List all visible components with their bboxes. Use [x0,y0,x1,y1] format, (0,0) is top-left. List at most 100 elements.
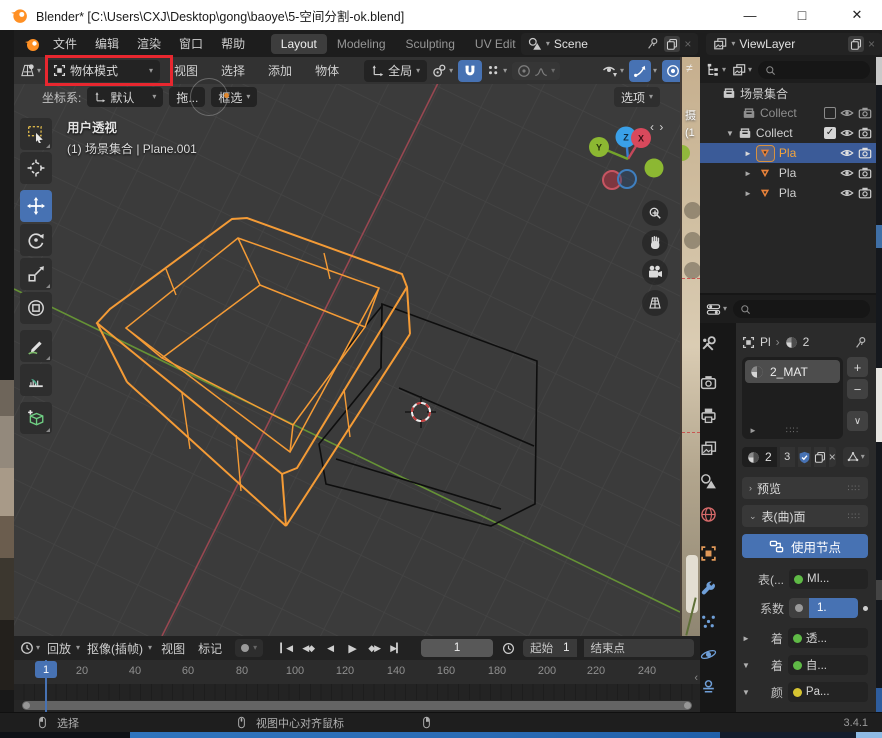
menu-marker[interactable]: 标记 [194,640,226,657]
playhead-badge[interactable]: 1 [35,661,57,678]
new-viewlayer-icon[interactable] [848,36,864,52]
outliner-display-mode[interactable]: ▾ [732,63,752,77]
expand-triangle-icon[interactable]: ► [744,189,752,198]
snap-target-dropdown[interactable]: ▾ [487,64,507,78]
tool-move[interactable] [20,190,52,222]
tab-scene[interactable] [700,473,717,490]
add-slot-button[interactable]: + [847,357,868,377]
expand-triangle-icon[interactable]: ► [744,169,752,178]
outliner-row-object[interactable]: ► Pla [700,183,876,203]
tool-annotate[interactable] [20,330,52,362]
tab-render[interactable] [700,374,717,391]
properties-editor-type-button[interactable]: ▾ [706,302,727,317]
tool-add-cube[interactable] [20,402,52,434]
gizmos-dropdown[interactable]: ▾ [629,60,657,82]
play-reverse-button[interactable]: ◀ [320,639,340,657]
menu-view-timeline[interactable]: 视图 [157,640,189,657]
panel-surface[interactable]: ⌄ 表(曲)面 ∷∷ [742,505,868,527]
properties-search-input[interactable] [733,300,870,318]
remove-viewlayer-icon[interactable]: × [868,37,875,51]
tab-view-layer[interactable] [700,440,717,457]
prev-keyframe-button[interactable]: ◀◆ [298,639,318,657]
tab-modifiers[interactable] [700,580,717,597]
panel-grip[interactable]: ∷∷ [848,483,861,494]
play-button[interactable]: ▶ [342,639,362,657]
viewlayer-selector[interactable]: ▾ ViewLayer × [706,33,882,55]
unlink-scene-icon[interactable]: × [684,37,691,51]
expand-icon[interactable]: ► [742,634,750,643]
outliner-search-input[interactable] [758,61,870,79]
tab-sculpting[interactable]: Sculpting [396,34,465,54]
fake-user-shield-icon[interactable] [798,447,811,467]
camera-icon[interactable] [858,166,872,180]
jump-to-start-button[interactable]: ▎◀ [276,639,296,657]
node-specials-dropdown[interactable]: ▾ [843,447,869,467]
outliner-row-collection-1[interactable]: Collect [700,103,876,123]
shader-field[interactable]: 自... [788,655,868,675]
expand-icon[interactable]: ▼ [742,661,750,670]
factor-slider[interactable]: 1. [789,598,858,618]
tab-uv-edit[interactable]: UV Edit [465,34,519,54]
outliner-editor-type-button[interactable]: ▾ [706,63,726,77]
menu-file[interactable]: 文件 [44,35,86,52]
material-slot-selected[interactable]: 2_MAT [745,360,840,383]
shader-field[interactable]: 透... [788,628,868,648]
slot-list-expand-icon[interactable]: ► [749,426,757,435]
blender-menu-icon[interactable] [24,36,40,52]
tab-world[interactable] [700,506,717,523]
slot-list-grip[interactable]: ∷∷ [786,425,799,436]
eye-icon[interactable] [840,166,854,180]
scene-selector[interactable]: ▾ Scene × [521,33,698,55]
unlink-material-icon[interactable]: × [829,447,836,467]
surface-shader-field[interactable]: MI... [789,569,868,589]
jump-to-end-button[interactable]: ▶▎ [386,639,406,657]
pin-icon[interactable] [647,37,660,50]
use-nodes-button[interactable]: 使用节点 [742,534,868,558]
eye-icon[interactable] [840,126,854,140]
maximize-button[interactable]: □ [780,7,824,23]
color-field[interactable]: Pa... [788,682,868,702]
panel-preview[interactable]: › 预览 ∷∷ [742,477,868,499]
expand-triangle-icon[interactable]: ► [744,149,752,158]
next-keyframe-button[interactable]: ◆▶ [364,639,384,657]
tool-cursor[interactable] [20,152,52,184]
tab-output[interactable] [700,407,717,424]
outliner-row-scene-collection[interactable]: 场景集合 [700,83,876,103]
tool-select-box[interactable] [20,118,52,150]
minimize-button[interactable]: — [728,8,772,23]
pivot-dropdown[interactable]: ▾ [432,63,453,78]
tab-object[interactable] [700,545,717,562]
close-button[interactable]: ✕ [832,7,882,23]
frame-start-field[interactable]: 起始 1 [523,639,576,657]
eye-icon[interactable] [840,146,854,160]
menu-render[interactable]: 渲染 [128,35,170,52]
coord-system-dropdown[interactable]: 默认 ▾ [87,87,163,107]
camera-icon[interactable] [858,106,872,120]
breadcrumb-material[interactable]: 2 [803,335,810,349]
options-dropdown[interactable]: 选项 ▾ [614,87,660,107]
disclosure-triangle-icon[interactable]: ▼ [726,129,734,138]
material-id-block[interactable]: 2 [742,447,777,467]
expand-icon[interactable]: ▼ [742,688,750,697]
menu-add[interactable]: 添加 [259,62,301,79]
remove-slot-button[interactable]: − [847,379,868,399]
exclude-checkbox[interactable] [824,107,836,119]
camera-icon[interactable] [858,186,872,200]
auto-keying-button[interactable]: ▾ [235,639,263,657]
scrollbar-handle-right[interactable] [684,702,691,709]
menu-help[interactable]: 帮助 [212,35,254,52]
tab-constraints[interactable] [700,679,717,696]
menu-select[interactable]: 选择 [212,62,254,79]
timeline-collapse-arrow[interactable]: ‹ [694,672,698,684]
tab-physics[interactable] [700,646,717,663]
orientation-dropdown[interactable]: 全局 ▾ [364,60,427,82]
camera-icon[interactable] [858,146,872,160]
editor-type-button[interactable]: ▾ [20,63,41,78]
timeline-scrollbar[interactable] [22,701,692,710]
proportional-edit-group[interactable]: ▾ [512,62,560,80]
snap-toggle-button[interactable] [458,60,482,82]
tool-rotate[interactable] [20,224,52,256]
outliner-row-object-selected[interactable]: ► Pla [700,143,876,163]
timeline-editor-type-button[interactable]: ▾ [20,641,40,655]
current-frame-field[interactable]: 1 [421,639,493,657]
